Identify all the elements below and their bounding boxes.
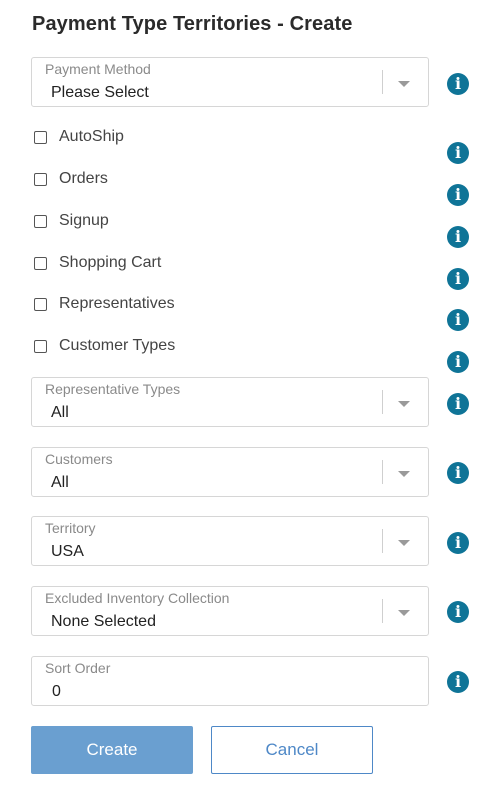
cancel-button[interactable]: Cancel: [211, 726, 373, 774]
info-icon[interactable]: i: [447, 184, 469, 206]
info-icon[interactable]: i: [447, 268, 469, 290]
excluded-inventory-label: Excluded Inventory Collection: [45, 590, 230, 606]
payment-method-label: Payment Method: [45, 61, 151, 77]
excluded-inventory-value: None Selected: [51, 613, 156, 630]
info-icon[interactable]: i: [447, 226, 469, 248]
representative-types-label: Representative Types: [45, 381, 181, 397]
info-icon[interactable]: i: [447, 351, 469, 373]
select-separator: [382, 390, 383, 414]
payment-method-select[interactable]: Payment Method Please Select: [31, 57, 429, 107]
representative-types-value: All: [51, 404, 69, 421]
checkbox-box[interactable]: [34, 257, 47, 270]
checkbox-label[interactable]: AutoShip: [59, 128, 124, 146]
checkbox-box[interactable]: [34, 340, 47, 353]
info-icon[interactable]: i: [447, 462, 469, 484]
info-icon[interactable]: i: [447, 142, 469, 164]
representative-types-select[interactable]: Representative Types All: [31, 377, 429, 427]
info-icon[interactable]: i: [447, 601, 469, 623]
chevron-down-icon[interactable]: [398, 471, 410, 477]
select-separator: [382, 599, 383, 623]
checkbox-box[interactable]: [34, 298, 47, 311]
checkbox-label[interactable]: Customer Types: [59, 337, 175, 355]
sort-order-value[interactable]: 0: [52, 683, 61, 701]
territory-select[interactable]: Territory USA: [31, 516, 429, 566]
chevron-down-icon[interactable]: [398, 401, 410, 407]
territory-value: USA: [51, 543, 84, 560]
checkbox-label[interactable]: Signup: [59, 212, 109, 230]
chevron-down-icon[interactable]: [398, 610, 410, 616]
checkbox-label[interactable]: Shopping Cart: [59, 254, 161, 272]
checkbox-label[interactable]: Representatives: [59, 295, 175, 313]
sort-order-input[interactable]: Sort Order 0: [31, 656, 429, 706]
create-button[interactable]: Create: [31, 726, 193, 774]
excluded-inventory-select[interactable]: Excluded Inventory Collection None Selec…: [31, 586, 429, 636]
info-icon[interactable]: i: [447, 393, 469, 415]
checkbox-box[interactable]: [34, 173, 47, 186]
info-icon[interactable]: i: [447, 671, 469, 693]
info-icon[interactable]: i: [447, 73, 469, 95]
page-title: Payment Type Territories - Create: [32, 13, 353, 35]
payment-method-value: Please Select: [51, 84, 149, 101]
checkbox-label[interactable]: Orders: [59, 170, 108, 188]
chevron-down-icon[interactable]: [398, 81, 410, 87]
select-separator: [382, 460, 383, 484]
customers-select[interactable]: Customers All: [31, 447, 429, 497]
checkbox-box[interactable]: [34, 131, 47, 144]
chevron-down-icon[interactable]: [398, 540, 410, 546]
select-separator: [382, 529, 383, 553]
checkbox-box[interactable]: [34, 215, 47, 228]
info-icon[interactable]: i: [447, 309, 469, 331]
territory-label: Territory: [45, 520, 96, 536]
sort-order-label: Sort Order: [45, 660, 111, 676]
customers-label: Customers: [45, 451, 113, 467]
customers-value: All: [51, 474, 69, 491]
info-icon[interactable]: i: [447, 532, 469, 554]
select-separator: [382, 70, 383, 94]
